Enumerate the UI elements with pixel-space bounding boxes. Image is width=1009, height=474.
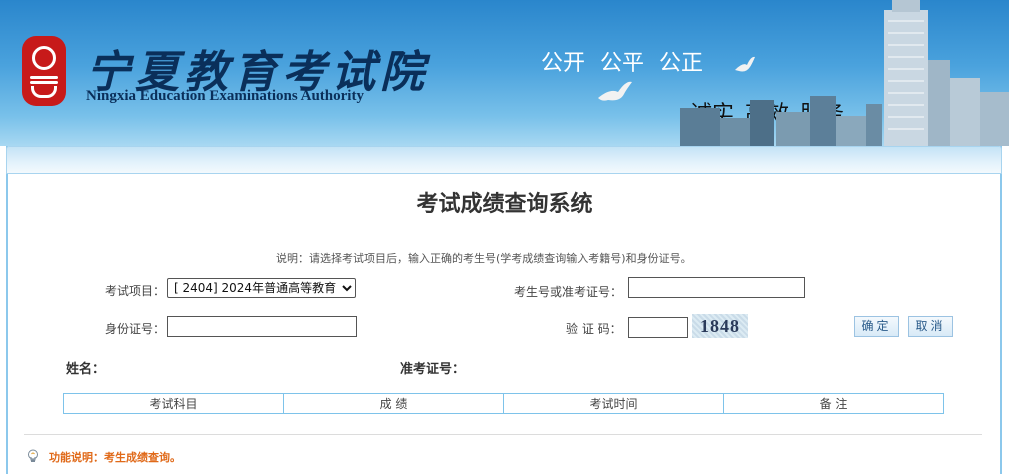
- name-label: 姓名：: [66, 362, 106, 377]
- logo-seal-icon: [22, 36, 66, 106]
- column-header: 备 注: [723, 393, 944, 414]
- exam-item-select[interactable]: [ 2404] 2024年普通高等教育: [167, 278, 356, 298]
- skyline-image: [680, 0, 1009, 146]
- candidate-number-label: 考生号或准考证号：: [514, 285, 623, 299]
- header-sub-bar: [6, 146, 1002, 174]
- lightbulb-icon: [28, 449, 38, 462]
- captcha-image[interactable]: 1848: [692, 314, 748, 338]
- table-header-row: 考试科目 成 绩 考试时间 备 注: [63, 393, 944, 414]
- column-header: 成 绩: [283, 393, 504, 414]
- captcha-label: 验 证 码：: [566, 322, 622, 336]
- page-title: 考试成绩查询系统: [416, 192, 593, 217]
- function-tip-text: 功能说明：考生成绩查询。: [49, 451, 181, 464]
- header-banner: 宁夏教育考试院 Ningxia Education Examinations A…: [0, 0, 1009, 146]
- id-number-input[interactable]: [167, 316, 357, 337]
- column-header: 考试时间: [503, 393, 724, 414]
- candidate-number-input[interactable]: [628, 277, 805, 298]
- captcha-input[interactable]: [628, 317, 688, 338]
- dove-icon: [598, 81, 632, 101]
- instructions-text: 说明：请选择考试项目后，输入正确的考生号(学考成绩查询输入考籍号)和身份证号。: [276, 252, 692, 265]
- column-header: 考试科目: [63, 393, 284, 414]
- confirm-button[interactable]: 确定: [854, 316, 899, 337]
- results-table: 考试科目 成 绩 考试时间 备 注: [63, 393, 944, 414]
- divider: [24, 434, 982, 435]
- slogan-top: 公开 公平 公正: [541, 51, 703, 76]
- cancel-button[interactable]: 取消: [908, 316, 953, 337]
- logo-english-name: Ningxia Education Examinations Authority: [86, 88, 364, 104]
- admission-number-label: 准考证号：: [400, 362, 466, 377]
- exam-item-label: 考试项目：: [105, 284, 166, 298]
- id-number-label: 身份证号：: [105, 322, 166, 336]
